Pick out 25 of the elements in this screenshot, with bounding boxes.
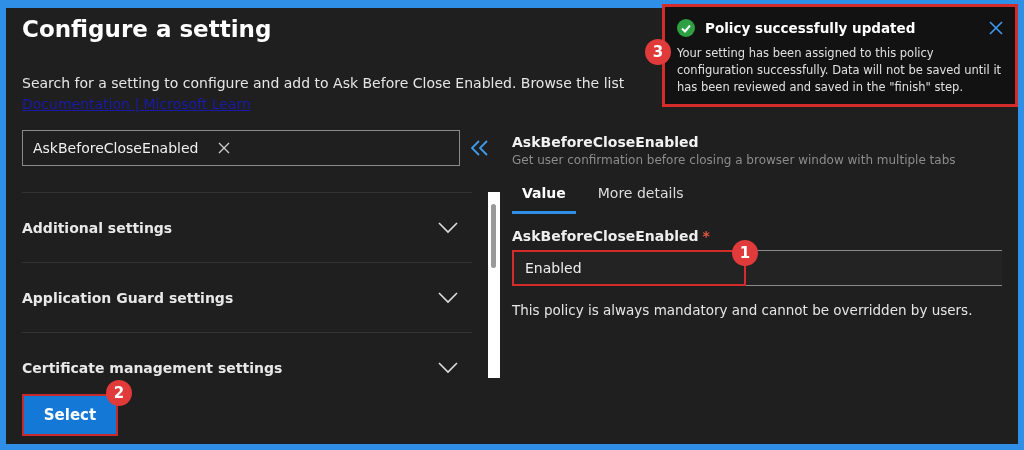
success-icon [677, 19, 695, 37]
toast-message: Your setting has been assigned to this policy configuration successfully. Data will not be saved until it has been reviewed and saved in the "finish" step. [677, 45, 1003, 96]
tab[interactable]: More details [587, 179, 694, 214]
tab[interactable]: Value [512, 179, 576, 214]
chevron-icon [438, 291, 458, 304]
close-icon[interactable] [989, 21, 1003, 35]
callout-marker: 3 [645, 39, 671, 65]
scrollbar[interactable] [488, 192, 500, 378]
chevron-icon [438, 361, 458, 374]
field-label: AskBeforeCloseEnabled [512, 228, 699, 244]
category-row[interactable]: Additional settings [22, 192, 472, 262]
page-title: Configure a setting [22, 16, 272, 42]
toast-title: Policy successfully updated [705, 20, 917, 36]
setting-description: Get user confirmation before closing a browser window with multiple tabs [512, 153, 957, 167]
required-mark: * [702, 228, 710, 244]
description-text: Search for a setting to configure and add to Ask Before Close Enabled. Browse the list [22, 74, 625, 93]
chevron-icon [438, 221, 458, 234]
callout-marker: 2 [106, 380, 132, 406]
setting-name: AskBeforeCloseEnabled [512, 134, 700, 150]
callout-marker: 1 [732, 240, 758, 266]
policy-note: This policy is always mandatory and cannot be overridden by users. [512, 302, 974, 318]
collapse-icon[interactable] [470, 140, 490, 156]
category-row[interactable]: Application Guard settings [22, 262, 472, 332]
search-field[interactable]: AskBeforeCloseEnabled [22, 130, 460, 166]
clear-icon[interactable] [218, 142, 230, 154]
